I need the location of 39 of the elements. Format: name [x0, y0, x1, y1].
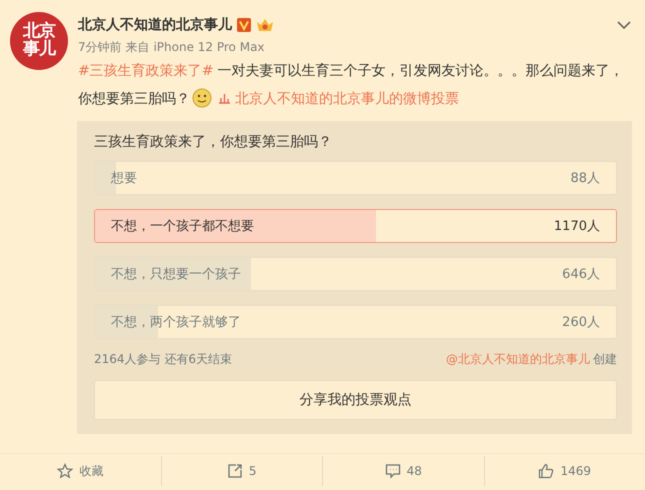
action-button[interactable]: 48: [380, 461, 426, 481]
avatar-text: 事儿: [23, 41, 55, 59]
star-icon: [57, 463, 74, 479]
avatar-text: 北京: [23, 23, 55, 41]
hashtag-link[interactable]: #三孩生育政策来了#: [78, 63, 214, 79]
vote-count: 646人: [562, 266, 600, 283]
option-label: 不想，只想要一个孩子: [111, 266, 241, 283]
poll-option[interactable]: 不想，一个孩子都不想要 1170人: [94, 209, 617, 243]
verified-icon: [237, 18, 251, 32]
share-icon: [226, 463, 243, 479]
avatar[interactable]: 北京 事儿: [10, 12, 68, 70]
poll-question: 三孩生育政策来了，你想要第三胎吗？: [94, 133, 333, 151]
post-text: #三孩生育政策来了# 一对夫妻可以生育三个子女，引发网友讨论。。。那么问题来了，你想要第三胎吗？ 北京人不知道的北京事儿的微博投票: [78, 62, 624, 110]
action-button[interactable]: 5: [222, 461, 261, 481]
action-button[interactable]: 1469: [534, 461, 596, 481]
crown-icon: [256, 17, 274, 33]
share-button[interactable]: 分享我的投票观点: [94, 380, 617, 420]
post-source: 来自 iPhone 12 Pro Max: [126, 39, 265, 56]
poll-icon: [218, 93, 231, 104]
action-button[interactable]: 收藏: [53, 460, 108, 482]
created-label: 创建: [593, 352, 617, 366]
poll-summary: 2164人参与 还有6天结束: [94, 351, 232, 368]
poll-option[interactable]: 不想，只想要一个孩子 646人: [94, 257, 617, 291]
vote-count: 260人: [562, 314, 600, 331]
option-label: 不想，一个孩子都不想要: [111, 218, 254, 235]
comment-icon: [384, 463, 401, 479]
poll-option[interactable]: 不想，两个孩子就够了 260人: [94, 305, 617, 339]
chevron-down-icon[interactable]: [617, 20, 631, 30]
vote-count: 1170人: [554, 218, 600, 235]
creator-link[interactable]: @北京人不知道的北京事儿: [446, 352, 590, 366]
post-time: 7分钟前: [78, 39, 122, 56]
author-name[interactable]: 北京人不知道的北京事儿: [78, 16, 232, 34]
thumbs-up-icon: [538, 463, 554, 479]
poll-option[interactable]: 想要 88人: [94, 161, 617, 195]
smiley-icon: [192, 88, 212, 108]
option-label: 想要: [111, 170, 137, 187]
vote-count: 88人: [570, 170, 600, 187]
poll-link[interactable]: 北京人不知道的北京事儿的微博投票: [218, 91, 459, 107]
option-label: 不想，两个孩子就够了: [111, 314, 241, 331]
